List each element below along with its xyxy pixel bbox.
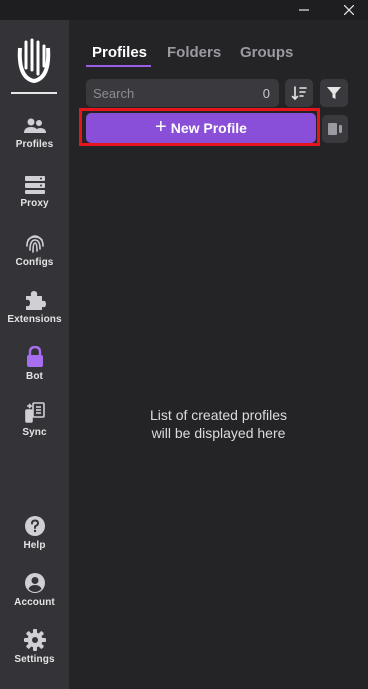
sidebar: Profiles Proxy Configs Extensions Bot Sy…: [0, 20, 69, 689]
sidebar-item-label: Proxy: [20, 198, 49, 209]
sidebar-item-label: Account: [14, 597, 55, 608]
sort-button[interactable]: [285, 79, 313, 107]
help-icon: [24, 516, 45, 536]
sidebar-item-account[interactable]: Account: [0, 572, 69, 620]
active-tab-indicator: [86, 65, 151, 67]
panel-toggle-icon: [328, 123, 342, 135]
filter-icon: [327, 87, 341, 99]
sidebar-item-label: Configs: [15, 257, 54, 268]
filter-button[interactable]: [320, 79, 348, 107]
sidebar-item-sync[interactable]: Sync: [0, 402, 69, 450]
close-button[interactable]: [337, 0, 361, 20]
sidebar-item-label: Help: [23, 540, 46, 551]
close-icon: [344, 5, 354, 15]
new-profile-label: New Profile: [170, 120, 247, 136]
lock-icon: [26, 346, 43, 367]
sidebar-item-label: Extensions: [7, 314, 62, 325]
sidebar-item-bot[interactable]: Bot: [0, 346, 69, 394]
server-icon: [24, 176, 45, 194]
sidebar-item-help[interactable]: Help: [0, 515, 69, 563]
new-profile-button[interactable]: + New Profile: [86, 113, 316, 143]
puzzle-icon: [25, 291, 46, 310]
search-input[interactable]: [86, 79, 253, 107]
title-bar: [0, 0, 368, 20]
panel-toggle-button[interactable]: [322, 115, 348, 143]
sidebar-item-label: Sync: [22, 427, 47, 438]
tab-profiles[interactable]: Profiles: [92, 44, 147, 61]
minimize-button[interactable]: [292, 0, 316, 20]
search-box: 0: [86, 79, 279, 107]
sync-icon: [24, 402, 45, 423]
profile-count: 0: [262, 86, 270, 101]
sidebar-item-extensions[interactable]: Extensions: [0, 289, 69, 337]
plus-icon: +: [155, 116, 167, 138]
empty-state-line-1: List of created profiles: [150, 407, 287, 423]
account-icon: [24, 573, 45, 593]
sidebar-item-configs[interactable]: Configs: [0, 232, 69, 280]
logo-divider: [11, 92, 57, 94]
tab-groups[interactable]: Groups: [240, 44, 293, 61]
sidebar-item-profiles[interactable]: Profiles: [0, 116, 69, 164]
tab-folders[interactable]: Folders: [167, 44, 221, 61]
minimize-icon: [299, 9, 309, 11]
fingerprint-icon: [25, 235, 44, 253]
users-icon: [23, 118, 46, 133]
empty-state-message: List of created profiles will be display…: [69, 406, 368, 442]
app-logo: [17, 38, 51, 84]
sort-icon: [291, 86, 307, 101]
sidebar-item-label: Profiles: [15, 139, 54, 150]
sidebar-item-proxy[interactable]: Proxy: [0, 175, 69, 223]
gear-icon: [23, 629, 46, 651]
empty-state-line-2: will be displayed here: [151, 425, 286, 441]
sidebar-item-settings[interactable]: Settings: [0, 629, 69, 677]
sidebar-item-label: Bot: [26, 371, 43, 382]
sidebar-item-label: Settings: [14, 654, 55, 665]
